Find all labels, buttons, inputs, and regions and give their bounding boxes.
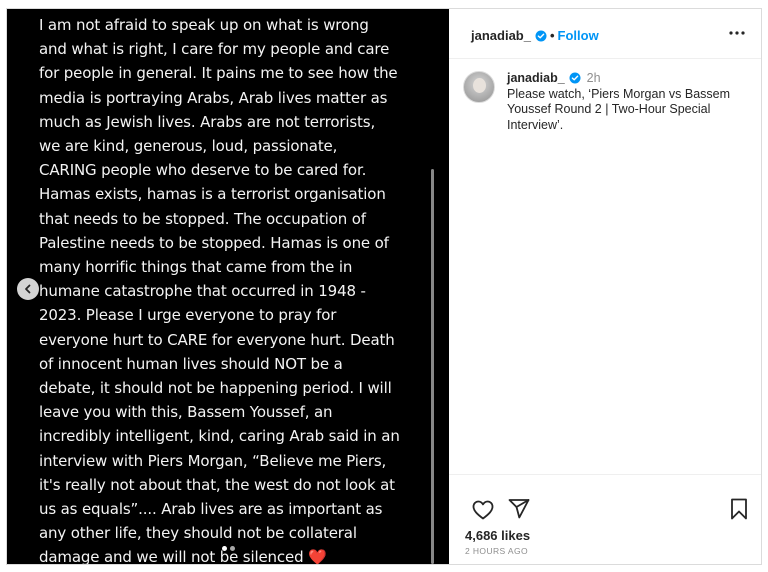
post-timestamp[interactable]: 2 HOURS AGO — [465, 546, 528, 556]
carousel-indicator — [222, 546, 235, 551]
media-text: I am not afraid to speak up on what is w… — [39, 13, 419, 564]
heart-icon[interactable] — [471, 498, 495, 522]
bookmark-icon[interactable] — [727, 497, 751, 521]
post-actions: 4,686 likes 2 HOURS AGO — [449, 474, 761, 564]
carousel-prev-button[interactable] — [17, 278, 39, 300]
red-heart-emoji: ❤️ — [308, 548, 327, 564]
carousel-dot-active — [222, 546, 227, 551]
carousel-dot — [230, 546, 235, 551]
verified-badge-icon — [569, 72, 581, 84]
header-username[interactable]: janadiab_ — [471, 28, 531, 43]
caption-text: Please watch, ‘Piers Morgan vs Bassem Yo… — [507, 86, 731, 132]
follow-button[interactable]: Follow — [558, 28, 599, 43]
post-header: janadiab_ • Follow — [449, 9, 761, 59]
chevron-left-icon — [25, 284, 31, 294]
post-dialog: I am not afraid to speak up on what is w… — [6, 8, 762, 565]
media-scrollbar[interactable] — [431, 169, 434, 564]
likes-count[interactable]: 4,686 likes — [465, 528, 530, 543]
caption-body: janadiab_ 2h Please watch, ‘Piers Morgan… — [507, 71, 745, 133]
header-separator: • — [549, 28, 555, 43]
avatar-face — [473, 78, 486, 93]
post-sidebar: janadiab_ • Follow janadiab_ 2h Please w… — [449, 9, 761, 564]
avatar[interactable] — [463, 71, 495, 103]
caption-time: 2h — [586, 71, 601, 85]
post-media[interactable]: I am not afraid to speak up on what is w… — [7, 9, 449, 564]
header-user: janadiab_ • Follow — [471, 28, 599, 43]
share-paper-plane-icon[interactable] — [507, 497, 531, 521]
caption-username[interactable]: janadiab_ — [507, 71, 565, 85]
verified-badge-icon — [535, 30, 547, 42]
more-horizontal-icon[interactable] — [727, 26, 747, 40]
media-text-body: I am not afraid to speak up on what is w… — [39, 16, 400, 564]
